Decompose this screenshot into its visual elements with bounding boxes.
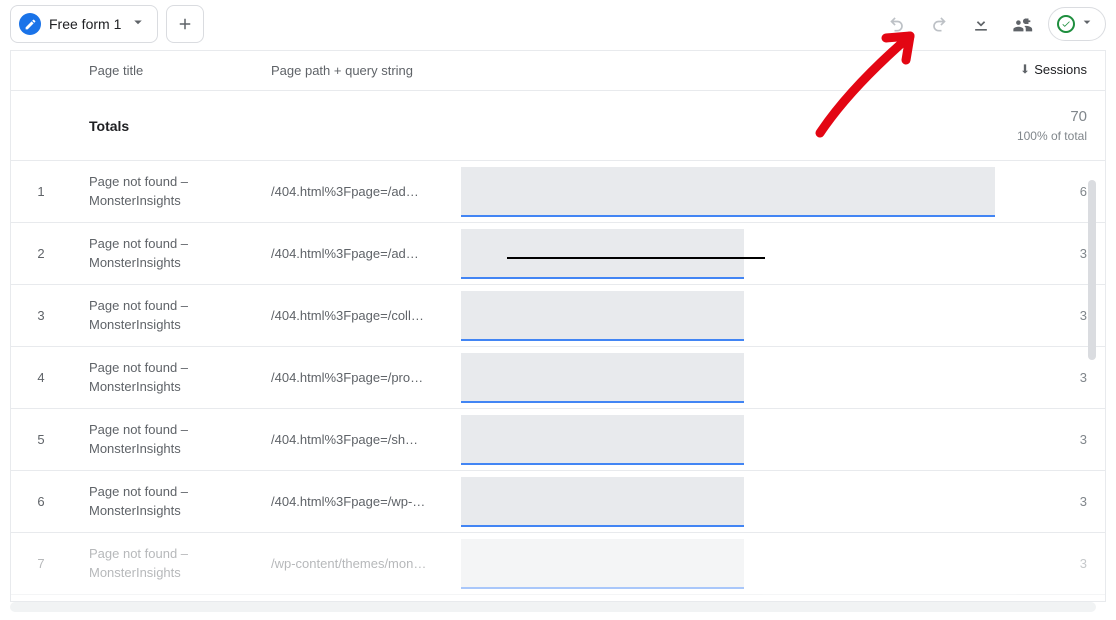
table-row[interactable]: 3Page not found –MonsterInsights/404.htm… (11, 285, 1105, 347)
vertical-scrollbar[interactable] (1088, 180, 1096, 360)
row-number: 4 (11, 370, 71, 385)
report-table: Page title Page path + query string Sess… (10, 50, 1106, 602)
caret-down-icon (129, 13, 147, 36)
cell-bar (461, 409, 995, 470)
column-header-sessions-label: Sessions (1034, 62, 1087, 77)
cell-page-title: Page not found –MonsterInsights (71, 173, 261, 209)
totals-label: Totals (71, 118, 261, 134)
row-number: 5 (11, 432, 71, 447)
row-number: 1 (11, 184, 71, 199)
horizontal-scrollbar[interactable] (10, 602, 1096, 612)
table-row[interactable]: 7Page not found –MonsterInsights/wp-cont… (11, 533, 1105, 595)
cell-page-title: Page not found –MonsterInsights (71, 359, 261, 395)
sort-down-icon (1018, 62, 1032, 76)
row-number: 7 (11, 556, 71, 571)
column-header-page-path[interactable]: Page path + query string (261, 63, 461, 78)
table-row[interactable]: 6Page not found –MonsterInsights/404.htm… (11, 471, 1105, 533)
cell-page-title: Page not found –MonsterInsights (71, 421, 261, 457)
cell-page-title: Page not found –MonsterInsights (71, 297, 261, 333)
status-chip[interactable] (1048, 7, 1106, 41)
toolbar: Free form 1 (0, 0, 1116, 48)
undo-button[interactable] (880, 7, 914, 41)
row-number: 2 (11, 246, 71, 261)
column-header-row: Page title Page path + query string Sess… (11, 51, 1105, 91)
cell-bar (461, 533, 995, 594)
cell-page-path: /404.html%3Fpage=/wp-… (261, 494, 461, 509)
cell-page-path: /404.html%3Fpage=/ad… (261, 246, 461, 261)
pencil-icon (19, 13, 41, 35)
cell-page-title: Page not found –MonsterInsights (71, 483, 261, 519)
cell-page-title: Page not found –MonsterInsights (71, 235, 261, 271)
cell-bar (461, 347, 995, 408)
column-header-page-title[interactable]: Page title (71, 63, 261, 78)
cell-sessions: 3 (995, 432, 1105, 447)
row-number: 6 (11, 494, 71, 509)
cell-bar (461, 471, 995, 532)
totals-subtext: 100% of total (975, 129, 1087, 143)
cell-bar (461, 161, 995, 222)
report-tab[interactable]: Free form 1 (10, 5, 158, 43)
cell-bar (461, 223, 995, 284)
add-tab-button[interactable] (166, 5, 204, 43)
cell-sessions: 3 (995, 556, 1105, 571)
totals-row: Totals 70 100% of total (11, 91, 1105, 161)
cell-sessions: 3 (995, 494, 1105, 509)
table-row[interactable]: 5Page not found –MonsterInsights/404.htm… (11, 409, 1105, 471)
share-button[interactable] (1006, 7, 1040, 41)
cell-sessions: 3 (995, 370, 1105, 385)
download-button[interactable] (964, 7, 998, 41)
cell-page-path: /404.html%3Fpage=/pro… (261, 370, 461, 385)
column-header-sessions[interactable]: Sessions (1018, 62, 1087, 77)
cell-bar (461, 285, 995, 346)
report-tab-label: Free form 1 (49, 16, 121, 32)
totals-value: 70 (975, 108, 1087, 125)
table-row[interactable]: 4Page not found –MonsterInsights/404.htm… (11, 347, 1105, 409)
cell-page-path: /404.html%3Fpage=/sh… (261, 432, 461, 447)
redo-button[interactable] (922, 7, 956, 41)
row-number: 3 (11, 308, 71, 323)
table-row[interactable]: 1Page not found –MonsterInsights/404.htm… (11, 161, 1105, 223)
cell-page-path: /404.html%3Fpage=/coll… (261, 308, 461, 323)
cell-page-path: /wp-content/themes/mon… (261, 556, 461, 571)
cell-page-title: Page not found –MonsterInsights (71, 545, 261, 581)
table-row[interactable]: 2Page not found –MonsterInsights/404.htm… (11, 223, 1105, 285)
check-icon (1057, 15, 1075, 33)
caret-down-icon (1079, 14, 1095, 35)
cell-page-path: /404.html%3Fpage=/ad… (261, 184, 461, 199)
